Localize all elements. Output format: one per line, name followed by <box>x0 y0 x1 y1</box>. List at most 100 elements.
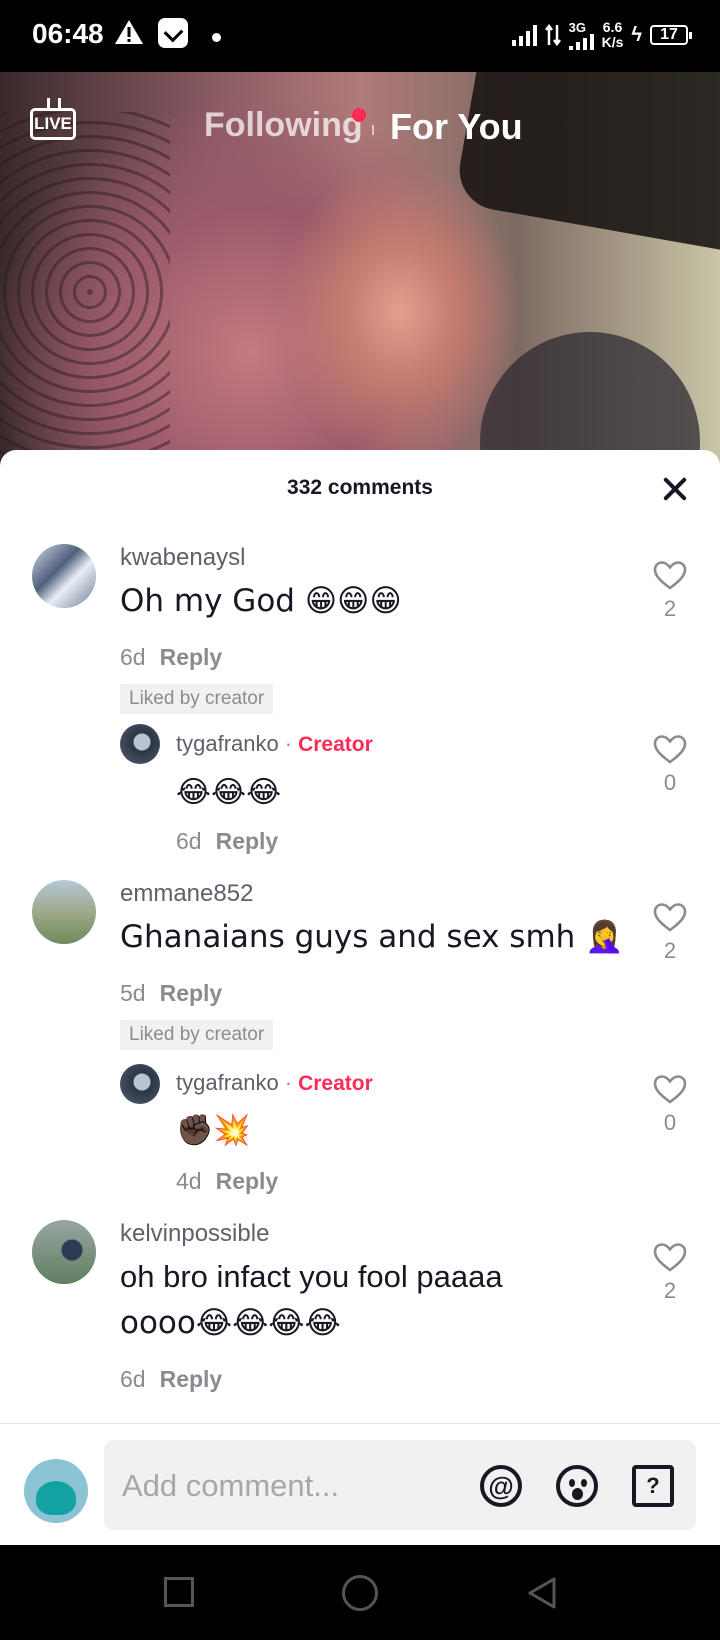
emoji-icon[interactable] <box>556 1465 598 1507</box>
video-shadow-top <box>453 72 720 259</box>
comment-meta: 5d Reply <box>120 980 222 1007</box>
like-count: 2 <box>663 938 677 963</box>
notification-app-icon <box>158 18 188 48</box>
mention-icon[interactable]: @ <box>480 1465 522 1507</box>
comment-text-line1: oh bro infact you fool paaaa <box>120 1259 503 1294</box>
reply-username[interactable]: tygafranko <box>176 731 279 756</box>
tab-following[interactable]: Following <box>204 106 363 145</box>
mention-symbol: @ <box>488 1470 514 1501</box>
reply-avatar[interactable] <box>120 724 160 764</box>
comment-username[interactable]: kwabenaysl <box>120 544 245 572</box>
heart-icon <box>653 903 687 932</box>
charging-icon: ϟ <box>631 23 642 46</box>
speed-value: 6.6 <box>602 19 623 35</box>
heart-icon <box>653 735 687 764</box>
comment-text-line2: oooo😂😂😂😂 <box>120 1305 341 1341</box>
following-notification-dot <box>352 108 366 122</box>
liked-by-creator-badge: Liked by creator <box>120 684 274 714</box>
status-time: 06:48 <box>32 18 104 49</box>
video-player[interactable]: LIVE Following For You <box>0 72 720 472</box>
live-button[interactable]: LIVE <box>30 108 76 140</box>
comment-age: 6d <box>120 644 146 670</box>
reply-button[interactable]: Reply <box>216 1168 279 1194</box>
comments-sheet: 332 comments kwabenaysl Oh my God 😁😁😁 6d… <box>0 450 720 1545</box>
reply-age: 4d <box>176 1168 202 1194</box>
notification-dot-icon <box>212 33 221 42</box>
comment-meta: 6d Reply <box>120 1366 222 1393</box>
status-indicators: 3G 6.6 K/s ϟ 17 <box>511 18 692 52</box>
comments-count-title: 332 comments <box>287 476 433 499</box>
comment-input[interactable] <box>120 1460 454 1512</box>
comment-item: emmane852 Ghanaians guys and sex smh 🤦‍♀… <box>0 864 720 1204</box>
comment-age: 6d <box>120 1366 146 1392</box>
battery-icon: 17 <box>650 25 692 45</box>
avatar[interactable] <box>32 544 96 608</box>
like-button[interactable]: 0 <box>650 734 690 796</box>
reply-meta: 4d Reply <box>176 1168 278 1195</box>
heart-icon <box>653 1243 687 1272</box>
like-button[interactable]: 0 <box>650 1074 690 1136</box>
reply-button[interactable]: Reply <box>160 980 223 1006</box>
comment-input-container[interactable]: @ ? <box>104 1440 696 1530</box>
like-count: 0 <box>663 770 677 795</box>
comment-username[interactable]: emmane852 <box>120 880 253 908</box>
network-type: 3G <box>568 19 586 35</box>
avatar[interactable] <box>32 1220 96 1284</box>
comment-meta: 6d Reply <box>120 644 222 671</box>
reply-age: 6d <box>176 828 202 854</box>
reply-username-line: tygafranko · Creator <box>176 731 373 757</box>
battery-level: 17 <box>660 26 678 43</box>
network-speed: 6.6 K/s <box>602 20 624 50</box>
live-label: LIVE <box>34 114 72 133</box>
tab-for-you[interactable]: For You <box>390 106 523 148</box>
data-transfer-icon <box>544 24 561 46</box>
comment-age: 5d <box>120 980 146 1006</box>
like-button[interactable]: 2 <box>650 902 690 964</box>
home-icon[interactable] <box>342 1575 378 1611</box>
comment-composer: @ ? <box>0 1423 720 1546</box>
signal-3g: 3G <box>568 19 594 50</box>
reply-button[interactable]: Reply <box>160 1366 223 1392</box>
back-icon[interactable] <box>524 1575 560 1611</box>
comment-text: Oh my God 😁😁😁 <box>120 583 402 619</box>
separator: · <box>284 731 293 756</box>
reply-text: ✊🏿💥 <box>176 1113 251 1148</box>
comment-item: kelvinpossible oh bro infact you fool pa… <box>0 1204 720 1444</box>
reply-avatar[interactable] <box>120 1064 160 1104</box>
reply-username-line: tygafranko · Creator <box>176 1070 373 1096</box>
comment-text: Ghanaians guys and sex smh 🤦‍♀️ <box>120 919 624 955</box>
system-nav-bar <box>0 1545 720 1640</box>
signal-icon-2 <box>568 33 594 50</box>
creator-badge: Creator <box>298 1072 373 1095</box>
liked-by-creator-badge: Liked by creator <box>120 1020 274 1050</box>
like-count: 0 <box>663 1110 677 1135</box>
speed-unit: K/s <box>601 34 624 50</box>
heart-icon <box>653 1075 687 1104</box>
like-count: 2 <box>663 596 677 621</box>
video-texture <box>0 112 170 472</box>
reply-button[interactable]: Reply <box>160 644 223 670</box>
reply-button[interactable]: Reply <box>216 828 279 854</box>
reply-username[interactable]: tygafranko <box>176 1070 279 1095</box>
avatar[interactable] <box>32 880 96 944</box>
comments-list[interactable]: kwabenaysl Oh my God 😁😁😁 6d Reply Liked b… <box>0 524 720 1444</box>
tab-divider <box>372 125 374 135</box>
question-icon[interactable]: ? <box>632 1465 674 1507</box>
heart-icon <box>653 561 687 590</box>
close-icon[interactable] <box>660 474 690 504</box>
like-button[interactable]: 2 <box>650 560 690 622</box>
like-count: 2 <box>663 1278 677 1303</box>
separator: · <box>284 1070 293 1095</box>
comment-item: kwabenaysl Oh my God 😁😁😁 6d Reply Liked b… <box>0 524 720 864</box>
reply-meta: 6d Reply <box>176 828 278 855</box>
creator-badge: Creator <box>298 733 373 756</box>
my-avatar <box>24 1459 88 1523</box>
signal-icon <box>511 24 537 46</box>
reply-text: 😂😂😂 <box>176 775 282 810</box>
status-bar: 06:48 3G 6.6 K/s ϟ 17 <box>0 0 720 72</box>
question-symbol: ? <box>646 1473 660 1498</box>
recents-icon[interactable] <box>164 1577 194 1607</box>
like-button[interactable]: 2 <box>650 1242 690 1304</box>
comment-username[interactable]: kelvinpossible <box>120 1220 269 1248</box>
warning-icon <box>115 20 143 44</box>
